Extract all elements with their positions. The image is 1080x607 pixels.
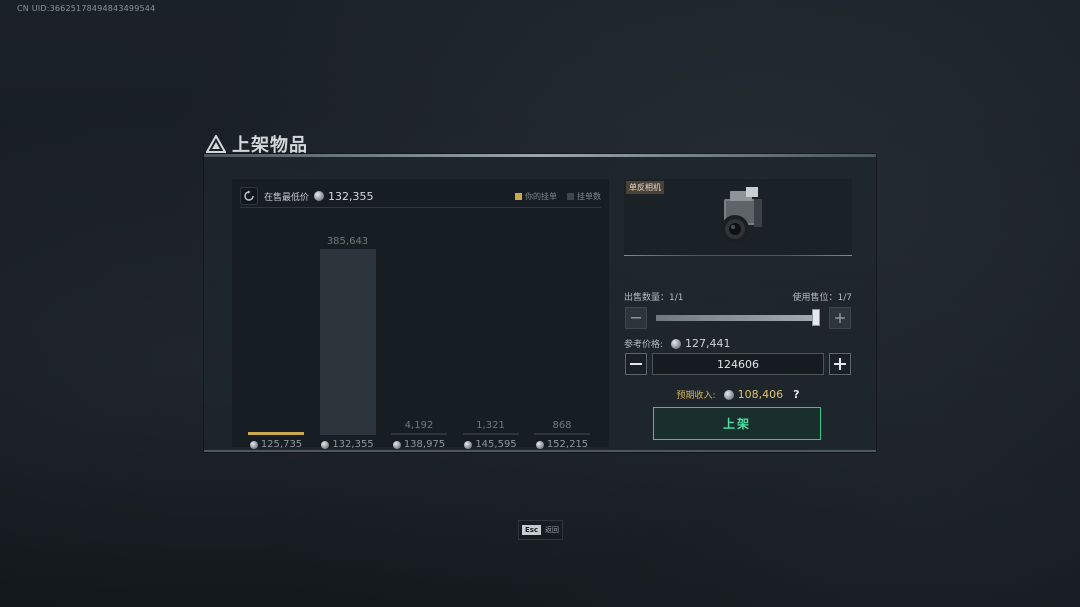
bar-4 (462, 433, 519, 435)
quantity-increase-button[interactable] (829, 307, 851, 329)
coin-icon (464, 440, 473, 449)
quantity-slider-thumb[interactable] (812, 309, 820, 326)
price-input[interactable] (652, 353, 824, 375)
quantity-row: 出售数量：1/1 使用售位：1/7 (624, 290, 852, 303)
slot-usage-label: 使用售位：1/7 (792, 293, 853, 303)
bar-price-label: 138,975 (384, 439, 454, 450)
bar-count-label: 4,192 (404, 420, 434, 431)
list-item-button[interactable]: 上架 (653, 407, 821, 440)
bar-count-label: 868 (552, 420, 572, 431)
coin-icon (535, 440, 544, 449)
warning-triangle-icon (206, 135, 226, 153)
quantity-decrease-button[interactable] (625, 307, 647, 329)
help-icon[interactable]: ? (793, 388, 799, 401)
bar-count-label: 385,643 (326, 236, 369, 247)
bar-3 (391, 433, 447, 435)
back-button[interactable]: Esc 返回 (518, 520, 563, 540)
sell-quantity-label: 出售数量：1/1 (624, 293, 684, 303)
minus-icon (631, 317, 641, 319)
bar-price-label: 145,595 (456, 439, 526, 450)
coin-icon (392, 440, 401, 449)
bars-area: 125,735 385,643 132,355 4,192 138,975 1,321 14… (232, 179, 609, 450)
bar-price-text: 138,975 (403, 439, 446, 450)
coin-icon (723, 389, 734, 400)
my-listing-marker (248, 432, 304, 435)
bar-price-text: 132,355 (332, 439, 374, 450)
camera-icon (721, 187, 762, 243)
reference-price-row: 参考价格: 127,441 (624, 337, 731, 350)
bar-2 (319, 249, 376, 435)
bar-price-label: 152,215 (527, 439, 597, 450)
bar-price-label: 125,735 (241, 439, 311, 450)
bar-price-text: 145,595 (475, 439, 517, 450)
coin-icon (321, 440, 330, 449)
plus-icon (835, 313, 845, 323)
item-name-tag: 单反相机 (626, 181, 664, 194)
list-item-button-label: 上架 (722, 417, 751, 431)
item-card: 单反相机 (624, 179, 852, 256)
bar-price-text: 125,735 (260, 439, 303, 450)
expected-income-row: 预期收入: 108,406 ? (624, 388, 852, 401)
quantity-slider[interactable] (656, 315, 820, 321)
coin-icon (249, 440, 258, 449)
price-increase-button[interactable] (829, 353, 851, 375)
reference-price-value: 127,441 (685, 337, 731, 350)
listing-dialog: 在售最低价 132,355 你的挂单 挂单数 125,735 385,643 132… (204, 154, 876, 452)
bar-5 (534, 433, 590, 435)
coin-icon (671, 338, 682, 349)
esc-key-label: Esc (521, 525, 542, 535)
price-distribution-chart: 在售最低价 132,355 你的挂单 挂单数 125,735 385,643 132… (232, 179, 609, 450)
bar-price-text: 152,215 (546, 439, 589, 450)
bar-price-label: 132,355 (313, 439, 383, 450)
minus-icon (630, 363, 642, 365)
bar-count-label: 1,321 (476, 420, 505, 431)
expected-income-label: 预期收入: (676, 391, 716, 401)
expected-income-value: 108,406 (737, 388, 784, 401)
price-decrease-button[interactable] (625, 353, 647, 375)
back-label: 返回 (545, 526, 560, 534)
uid-text: CN UID:36625178494843499544 (17, 4, 156, 13)
plus-icon (834, 358, 846, 370)
reference-price-label: 参考价格: (624, 340, 664, 350)
